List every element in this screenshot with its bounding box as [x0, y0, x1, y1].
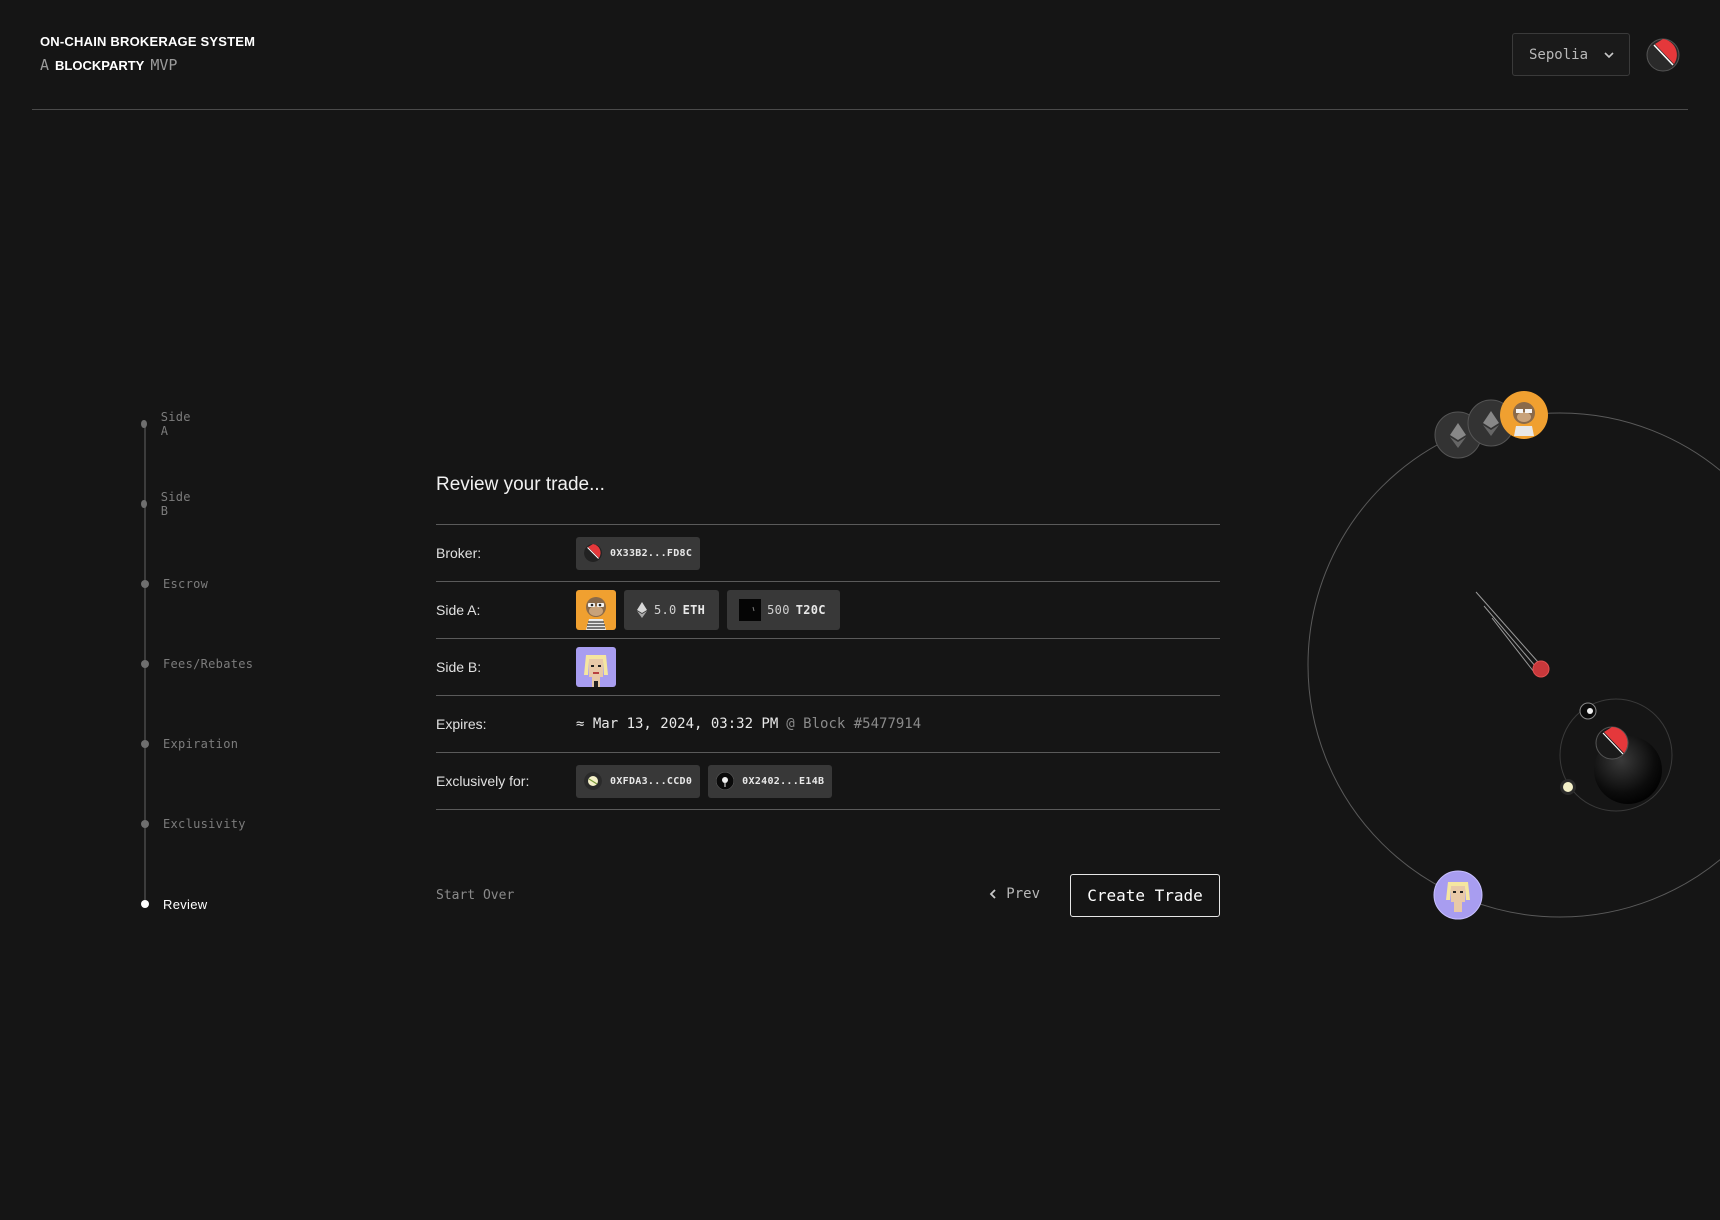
- orbit-illustration: [1307, 391, 1720, 920]
- broker-address: 0X33B2...FD8C: [610, 547, 693, 559]
- comet-icon: [1475, 591, 1550, 678]
- step-exclusivity[interactable]: Exclusivity: [136, 816, 246, 832]
- step-label: Side B: [160, 490, 191, 518]
- moon-icon-2: [1560, 779, 1576, 795]
- start-over-link[interactable]: Start Over: [436, 888, 514, 903]
- exclusive-address-chip[interactable]: 0X2402...E14B: [708, 764, 833, 798]
- prev-button[interactable]: Prev: [988, 886, 1040, 902]
- punk-nft-icon: [576, 647, 616, 687]
- subtitle-brand: BLOCKPARTY: [55, 58, 145, 73]
- step-side-b[interactable]: Side B: [136, 490, 193, 518]
- expires-date: ≈ Mar 13, 2024, 03:32 PM: [576, 716, 779, 732]
- punk-nft[interactable]: [576, 647, 616, 687]
- network-selector[interactable]: Sepolia: [1512, 33, 1630, 76]
- ape-nft-icon: [576, 590, 616, 630]
- app-subtitle: A BLOCKPARTY MVP: [40, 56, 255, 74]
- step-label: Side A: [160, 410, 191, 438]
- step-expiration[interactable]: Expiration: [136, 736, 238, 752]
- row-value: 5.0 ETH 500 T20C: [576, 590, 840, 630]
- step-side-a[interactable]: Side A: [136, 410, 193, 438]
- row-value: 0X33B2...FD8C: [576, 536, 701, 570]
- review-panel: Review your trade... Broker: 0X33B2...FD…: [436, 470, 1220, 810]
- step-escrow[interactable]: Escrow: [136, 576, 208, 592]
- step-label: Review: [163, 896, 208, 912]
- moon-icon-1: [1579, 702, 1597, 720]
- token-amount: 5.0: [654, 603, 677, 617]
- action-bar: Start Over Prev Create Trade: [436, 874, 1220, 917]
- t20c-token-icon: [739, 599, 762, 621]
- broker-address-chip[interactable]: 0X33B2...FD8C: [576, 536, 701, 570]
- step-fees-rebates[interactable]: Fees/Rebates: [136, 656, 253, 672]
- token-chip-t20c[interactable]: 500 T20C: [727, 590, 840, 630]
- step-dot: [141, 580, 149, 588]
- row-exclusive: Exclusively for: 0XFDA3...CCD0 0X2402...…: [436, 753, 1220, 810]
- network-label: Sepolia: [1529, 46, 1589, 63]
- expires-value: ≈ Mar 13, 2024, 03:32 PM @ Block #547791…: [576, 716, 921, 732]
- row-label: Side A:: [436, 602, 481, 618]
- subtitle-suffix: MVP: [150, 56, 178, 74]
- wallet-avatar-icon: [716, 772, 735, 790]
- row-side-a: Side A: 5.0 ETH 500 T20C: [436, 582, 1220, 639]
- row-label: Side B:: [436, 659, 482, 675]
- step-dot: [141, 420, 147, 428]
- token-symbol: ETH: [682, 603, 706, 617]
- orbit-ring: [1307, 412, 1720, 918]
- chevron-down-icon: [1604, 51, 1614, 58]
- chevron-left-icon: [990, 889, 996, 899]
- page-title: Review your trade...: [436, 474, 605, 495]
- token-amount: 500: [767, 603, 790, 617]
- wallet-avatar[interactable]: [1646, 38, 1680, 72]
- prev-label: Prev: [1006, 886, 1040, 902]
- expires-block: @ Block #5477914: [786, 716, 922, 732]
- step-label: Expiration: [163, 737, 239, 751]
- bored-ape-nft[interactable]: [576, 590, 616, 630]
- eth-icon: [637, 602, 647, 618]
- exclusive-address: 0XFDA3...CCD0: [610, 775, 693, 787]
- token-chip-eth[interactable]: 5.0 ETH: [624, 590, 720, 630]
- step-dot: [141, 500, 147, 508]
- create-trade-button[interactable]: Create Trade: [1070, 874, 1220, 917]
- subtitle-prefix: A: [40, 56, 50, 74]
- step-dot: [141, 740, 149, 748]
- app-title: ON-CHAIN BROKERAGE SYSTEM: [40, 34, 256, 49]
- row-expires: Expires: ≈ Mar 13, 2024, 03:32 PM @ Bloc…: [436, 696, 1220, 753]
- brand: ON-CHAIN BROKERAGE SYSTEM A BLOCKPARTY M…: [40, 34, 255, 74]
- step-dot: [141, 900, 149, 908]
- row-value: [576, 647, 616, 687]
- row-label: Broker:: [436, 545, 482, 561]
- step-label: Escrow: [163, 577, 209, 591]
- token-symbol: T20C: [795, 603, 826, 617]
- broker-planet-icon: [1595, 726, 1629, 760]
- step-label: Fees/Rebates: [163, 657, 254, 671]
- step-label: Exclusivity: [163, 817, 246, 831]
- review-table: Broker: 0X33B2...FD8C Side A: 5.0 ETH 50…: [436, 524, 1220, 810]
- row-side-b: Side B:: [436, 639, 1220, 696]
- row-broker: Broker: 0X33B2...FD8C: [436, 525, 1220, 582]
- step-review[interactable]: Review: [136, 896, 207, 912]
- row-label: Exclusively for:: [436, 773, 530, 789]
- row-label: Expires:: [436, 716, 487, 732]
- step-dot: [141, 820, 149, 828]
- exclusive-address: 0X2402...E14B: [742, 775, 825, 787]
- punk-planet-icon: [1433, 870, 1483, 920]
- exclusive-address-chip[interactable]: 0XFDA3...CCD0: [576, 764, 701, 798]
- broker-avatar-icon: [584, 544, 602, 562]
- row-value: 0XFDA3...CCD0 0X2402...E14B: [576, 764, 833, 798]
- header-divider: [32, 109, 1688, 110]
- ape-planet-icon: [1500, 391, 1548, 439]
- step-dot: [141, 660, 149, 668]
- wallet-avatar-icon: [584, 772, 602, 790]
